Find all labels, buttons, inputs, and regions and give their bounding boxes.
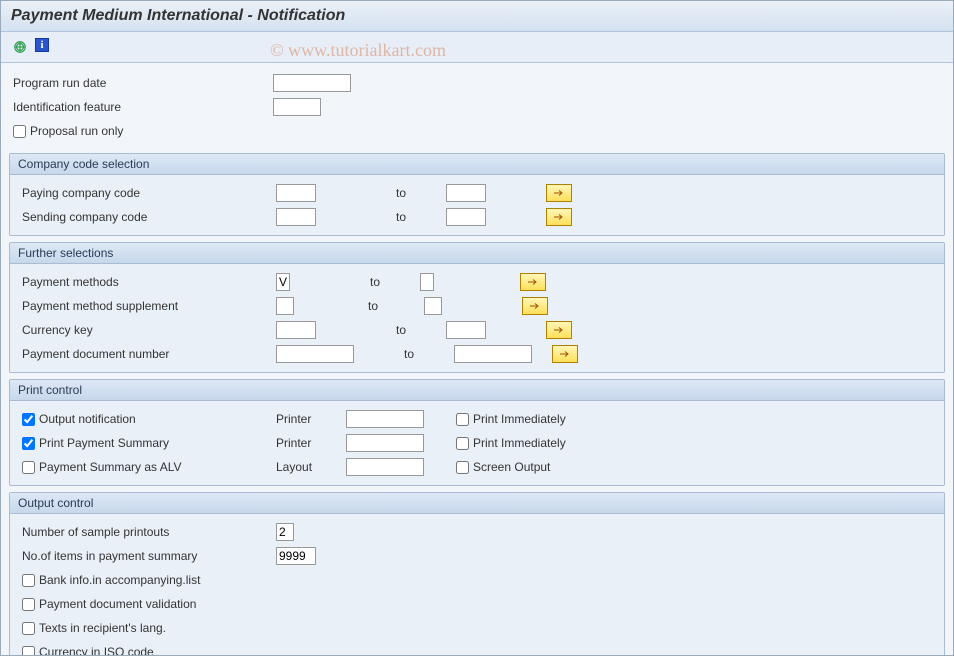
further-selections-group: Further selections Payment methods to Pa… xyxy=(9,242,945,373)
screen-output-label: Screen Output xyxy=(473,460,550,474)
texts-lang-label: Texts in recipient's lang. xyxy=(39,621,166,635)
execute-icon xyxy=(13,40,27,54)
docnum-from-input[interactable] xyxy=(276,345,354,363)
arrow-right-icon xyxy=(553,325,565,335)
docnum-label: Payment document number xyxy=(22,347,276,361)
summary-alv-checkbox[interactable] xyxy=(22,461,35,474)
print-immediately1-label: Print Immediately xyxy=(473,412,566,426)
to-label: to xyxy=(294,299,424,313)
paying-company-to-input[interactable] xyxy=(446,184,486,202)
output-notification-checkbox[interactable] xyxy=(22,413,35,426)
currency-multi-button[interactable] xyxy=(546,321,572,339)
printer1-input[interactable] xyxy=(346,410,424,428)
proposal-run-only-label: Proposal run only xyxy=(30,124,123,138)
doc-validation-label: Payment document validation xyxy=(39,597,196,611)
to-label: to xyxy=(316,210,446,224)
printer-label: Printer xyxy=(276,436,346,450)
identification-feature-input[interactable] xyxy=(273,98,321,116)
supplement-label: Payment method supplement xyxy=(22,299,276,313)
texts-lang-checkbox[interactable] xyxy=(22,622,35,635)
print-immediately1-checkbox[interactable] xyxy=(456,413,469,426)
to-label: to xyxy=(316,323,446,337)
output-notification-label: Output notification xyxy=(39,412,136,426)
items-summary-input[interactable] xyxy=(276,547,316,565)
arrow-right-icon xyxy=(527,277,539,287)
sending-company-to-input[interactable] xyxy=(446,208,486,226)
screen-output-checkbox[interactable] xyxy=(456,461,469,474)
page-title: Payment Medium International - Notificat… xyxy=(1,1,953,32)
supplement-multi-button[interactable] xyxy=(522,297,548,315)
doc-validation-checkbox[interactable] xyxy=(22,598,35,611)
top-fields: Program run date Identification feature … xyxy=(1,63,953,147)
to-label: to xyxy=(290,275,420,289)
currency-from-input[interactable] xyxy=(276,321,316,339)
toolbar: i xyxy=(1,32,953,63)
print-immediately2-label: Print Immediately xyxy=(473,436,566,450)
company-code-title: Company code selection xyxy=(10,154,944,175)
paying-company-multi-button[interactable] xyxy=(546,184,572,202)
print-control-title: Print control xyxy=(10,380,944,401)
output-control-title: Output control xyxy=(10,493,944,514)
arrow-right-icon xyxy=(529,301,541,311)
layout-input[interactable] xyxy=(346,458,424,476)
currency-to-input[interactable] xyxy=(446,321,486,339)
docnum-to-input[interactable] xyxy=(454,345,532,363)
sending-company-multi-button[interactable] xyxy=(546,208,572,226)
arrow-right-icon xyxy=(553,212,565,222)
printer2-input[interactable] xyxy=(346,434,424,452)
to-label: to xyxy=(316,186,446,200)
summary-alv-label: Payment Summary as ALV xyxy=(39,460,182,474)
print-control-group: Print control Output notification Printe… xyxy=(9,379,945,486)
sample-printouts-input[interactable] xyxy=(276,523,294,541)
to-label: to xyxy=(354,347,454,361)
currency-iso-label: Currency in ISO code xyxy=(39,645,154,656)
company-code-group: Company code selection Paying company co… xyxy=(9,153,945,236)
payment-methods-to-input[interactable] xyxy=(420,273,434,291)
payment-methods-multi-button[interactable] xyxy=(520,273,546,291)
paying-company-label: Paying company code xyxy=(22,186,276,200)
docnum-multi-button[interactable] xyxy=(552,345,578,363)
printer-label: Printer xyxy=(276,412,346,426)
sending-company-from-input[interactable] xyxy=(276,208,316,226)
output-control-group: Output control Number of sample printout… xyxy=(9,492,945,656)
bank-info-label: Bank info.in accompanying.list xyxy=(39,573,200,587)
print-immediately2-checkbox[interactable] xyxy=(456,437,469,450)
sample-printouts-label: Number of sample printouts xyxy=(22,525,276,539)
execute-button[interactable] xyxy=(11,38,29,56)
print-summary-checkbox[interactable] xyxy=(22,437,35,450)
currency-iso-checkbox[interactable] xyxy=(22,646,35,656)
program-run-date-label: Program run date xyxy=(13,76,273,90)
payment-methods-label: Payment methods xyxy=(22,275,276,289)
arrow-right-icon xyxy=(553,188,565,198)
supplement-to-input[interactable] xyxy=(424,297,442,315)
supplement-from-input[interactable] xyxy=(276,297,294,315)
sending-company-label: Sending company code xyxy=(22,210,276,224)
payment-methods-from-input[interactable] xyxy=(276,273,290,291)
program-run-date-input[interactable] xyxy=(273,74,351,92)
paying-company-from-input[interactable] xyxy=(276,184,316,202)
print-summary-label: Print Payment Summary xyxy=(39,436,169,450)
identification-feature-label: Identification feature xyxy=(13,100,273,114)
items-summary-label: No.of items in payment summary xyxy=(22,549,276,563)
layout-label: Layout xyxy=(276,460,346,474)
info-button[interactable]: i xyxy=(35,38,49,52)
proposal-run-only-checkbox[interactable] xyxy=(13,125,26,138)
further-selections-title: Further selections xyxy=(10,243,944,264)
currency-key-label: Currency key xyxy=(22,323,276,337)
sap-selection-screen: Payment Medium International - Notificat… xyxy=(0,0,954,656)
bank-info-checkbox[interactable] xyxy=(22,574,35,587)
arrow-right-icon xyxy=(559,349,571,359)
